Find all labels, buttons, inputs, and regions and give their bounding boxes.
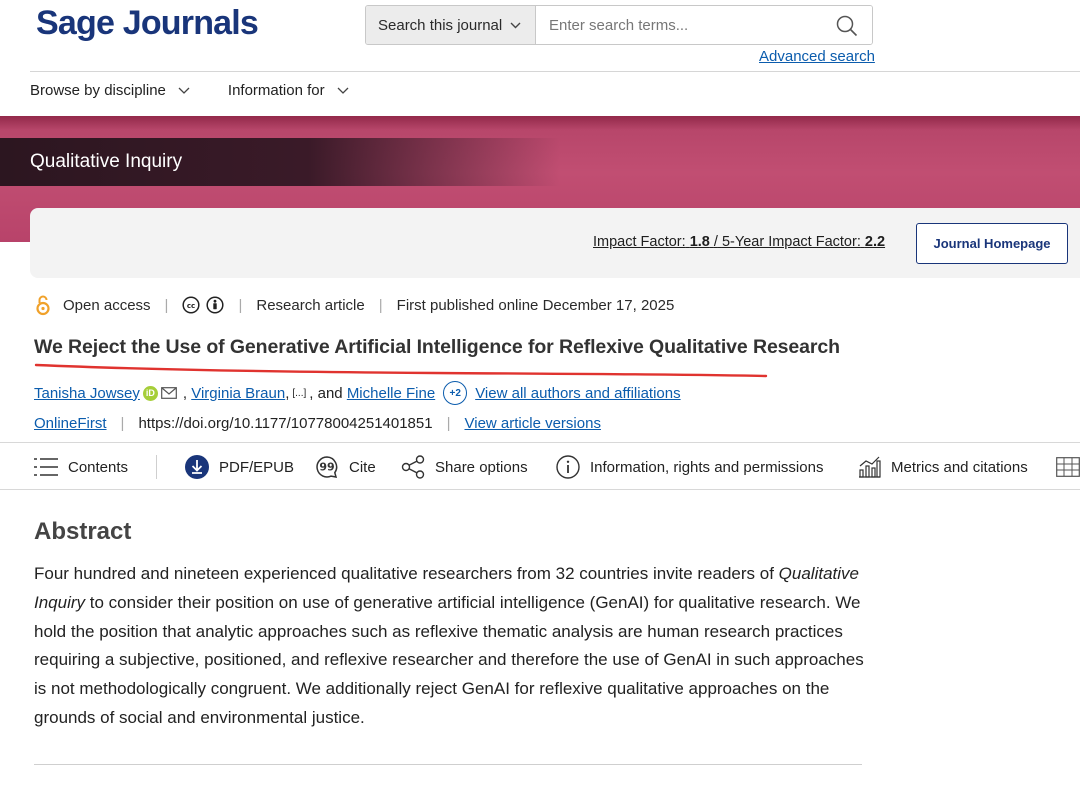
meta-separator: | [120, 415, 125, 432]
list-icon [34, 458, 58, 476]
article-type: Research article [256, 296, 365, 314]
meta-separator: | [238, 296, 243, 314]
five-year-label: 5-Year Impact Factor: [721, 234, 861, 250]
chevron-down-icon [178, 87, 190, 94]
attribution-icon [206, 296, 225, 314]
search-input[interactable] [536, 6, 872, 44]
impact-divider: / [713, 234, 718, 250]
meta-separator: | [378, 296, 383, 314]
orcid-icon[interactable]: iD [142, 385, 158, 401]
toolbar-label: Share options [435, 458, 528, 476]
abstract-divider [34, 764, 862, 765]
article-meta: Open access | cc | Research article | Fi… [35, 294, 674, 316]
toolbar-metrics[interactable]: Metrics and citations [857, 454, 1028, 480]
search-scope-label: Search this journal [378, 16, 503, 34]
license-icons[interactable]: cc [182, 296, 225, 314]
toolbar-contents[interactable]: Contents [34, 454, 128, 480]
impact-factor-label: Impact Factor: [593, 234, 686, 250]
creative-commons-icon: cc [182, 296, 201, 314]
chevron-down-icon [510, 22, 521, 28]
search-bar: Search this journal [365, 5, 873, 45]
toolbar-label: PDF/EPUB [219, 458, 295, 476]
publication-date: First published online December 17, 2025 [396, 296, 675, 314]
meta-separator: | [164, 296, 169, 314]
chevron-down-icon [337, 87, 349, 94]
toolbar-label: Metrics and citations [891, 458, 1028, 476]
author-link[interactable]: Michelle Fine [347, 385, 435, 402]
toolbar-info[interactable]: Information, rights and permissions [556, 454, 823, 480]
search-icon[interactable] [836, 15, 858, 37]
info-icon [556, 455, 580, 479]
view-all-authors-link[interactable]: View all authors and affiliations [475, 385, 680, 402]
article-toolbar: Contents PDF/EPUB 99 Cite Share options … [0, 442, 1080, 490]
authors-ellipsis[interactable]: [...] [292, 388, 306, 399]
svg-text:99: 99 [319, 461, 334, 474]
five-year-value: 2.2 [864, 234, 886, 250]
abstract-body: Four hundred and nineteen experienced qu… [34, 560, 864, 733]
abstract-text: Four hundred and nineteen experienced qu… [34, 564, 779, 583]
svg-text:cc: cc [187, 302, 195, 310]
impact-factor-link[interactable]: Impact Factor: 1.8 / 5-Year Impact Facto… [593, 234, 885, 250]
toolbar-label: Information, rights and permissions [590, 458, 824, 476]
online-first-link[interactable]: OnlineFirst [34, 415, 107, 432]
download-icon [185, 455, 209, 479]
table-icon [1056, 457, 1080, 477]
toolbar-label: Cite [349, 458, 376, 476]
quote-icon: 99 [316, 456, 338, 478]
open-access-label: Open access [63, 296, 151, 314]
open-access-lock-icon [36, 295, 50, 316]
mail-icon[interactable] [160, 387, 177, 399]
main-nav: Browse by discipline Information for [30, 82, 349, 99]
toolbar-pdf[interactable]: PDF/EPUB [185, 454, 294, 480]
doi-text[interactable]: https://doi.org/10.1177/1077800425140185… [138, 415, 432, 432]
author-link[interactable]: Virginia Braun [191, 385, 285, 402]
meta-separator: | [446, 415, 451, 432]
toolbar-share[interactable]: Share options [401, 454, 528, 480]
doi-row: OnlineFirst | https://doi.org/10.1177/10… [34, 415, 601, 432]
site-logo[interactable]: Sage Journals [36, 4, 259, 43]
impact-factor-value: 1.8 [689, 234, 710, 250]
more-authors-badge[interactable]: +2 [443, 381, 468, 405]
banner-shade [0, 116, 1080, 130]
author-and: , and [309, 384, 343, 402]
annotation-underline [34, 363, 768, 378]
abstract-text: to consider their position on use of gen… [34, 592, 864, 727]
bar-chart-icon [859, 456, 881, 478]
toolbar-cite[interactable]: 99 Cite [315, 454, 376, 480]
nav-label: Information for [227, 82, 325, 99]
toolbar-label: Contents [68, 458, 129, 476]
journal-homepage-button[interactable]: Journal Homepage [916, 223, 1068, 264]
author-link[interactable]: Tanisha Jowsey [34, 385, 140, 402]
author-list: Tanisha Jowsey iD , Virginia Braun , [..… [34, 381, 681, 405]
view-versions-link[interactable]: View article versions [465, 415, 601, 432]
toolbar-divider [156, 455, 157, 479]
share-icon [401, 455, 425, 479]
nav-label: Browse by discipline [30, 82, 166, 99]
header-divider [30, 71, 1080, 72]
nav-information-for[interactable]: Information for [228, 82, 349, 99]
search-scope-select[interactable]: Search this journal [366, 6, 536, 44]
nav-browse-by-discipline[interactable]: Browse by discipline [30, 82, 190, 99]
toolbar-tables[interactable] [1056, 454, 1080, 480]
advanced-search-link[interactable]: Advanced search [759, 48, 875, 65]
author-comma: , [285, 384, 290, 402]
article-title: We Reject the Use of Generative Artifici… [34, 336, 840, 358]
journal-name[interactable]: Qualitative Inquiry [30, 151, 182, 173]
abstract-heading: Abstract [34, 518, 132, 545]
author-comma: , [182, 384, 192, 402]
